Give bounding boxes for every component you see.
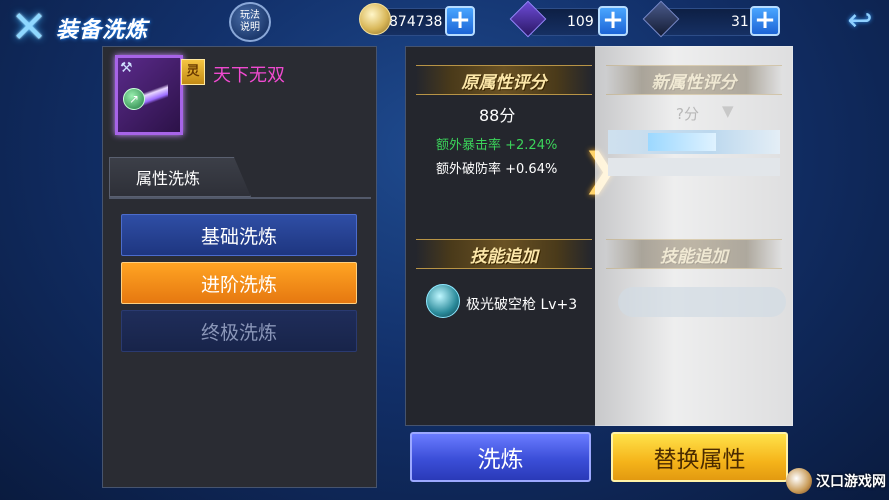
skill-name: 极光破空枪 Lv+3: [466, 297, 578, 313]
new-skill-header: 技能追加: [606, 239, 782, 269]
rank-badge: 灵: [181, 59, 205, 85]
equipment-name: 天下无双: [213, 65, 285, 86]
help-button[interactable]: 玩法 说明: [229, 2, 271, 42]
tab-attribute-refine[interactable]: 属性洗炼: [109, 157, 251, 197]
new-skill-placeholder: [618, 287, 786, 317]
new-score: ?分: [676, 105, 699, 123]
equipment-slot[interactable]: ⚒ ↗: [115, 55, 183, 135]
add-gems-button[interactable]: +: [598, 6, 628, 36]
page-title: 装备洗炼: [56, 18, 149, 43]
add-coins-button[interactable]: +: [445, 6, 475, 36]
axe-icon: ⚒: [120, 60, 133, 76]
advanced-refine-button[interactable]: 进阶洗炼: [121, 262, 357, 304]
arrow-down-icon: ▼: [722, 102, 734, 120]
ultimate-refine-button[interactable]: 终极洗炼: [121, 310, 357, 352]
new-bonus-highlight: [648, 133, 716, 151]
help-label-line1: 玩法: [240, 10, 260, 21]
equipment-panel: ⚒ ↗ 灵 天下无双 属性洗炼 基础洗炼 进阶洗炼 终极洗炼: [102, 46, 377, 488]
top-bar: ✕ 装备洗炼 玩法 说明 874738 + 109 + 31 + ↩: [0, 0, 889, 53]
watermark-logo-icon: [786, 468, 812, 494]
gem-value: 109: [567, 14, 594, 30]
bonus-break-rate: 额外破防率 +0.64%: [436, 162, 558, 177]
help-label-line2: 说明: [240, 22, 260, 33]
bonus-crit-rate: 额外暴击率 +2.24%: [436, 138, 558, 153]
replace-attributes-button[interactable]: 替换属性: [611, 432, 788, 482]
basic-refine-button[interactable]: 基础洗炼: [121, 214, 357, 256]
refine-button[interactable]: 洗炼: [410, 432, 591, 482]
tab-divider: [109, 197, 371, 199]
title-emblem-icon: ✕: [10, 1, 48, 53]
original-score: 88分: [479, 106, 516, 125]
watermark-text: 汉口游戏网: [816, 474, 886, 490]
watermark: 汉口游戏网: [786, 468, 886, 494]
new-bonus-placeholder-2: [608, 158, 780, 176]
coin-value: 874738: [389, 14, 443, 30]
skill-icon: [426, 284, 460, 318]
add-crystals-button[interactable]: +: [750, 6, 780, 36]
gem-socket-icon: ↗: [123, 88, 145, 110]
original-score-header: 原属性评分: [416, 65, 592, 95]
crystal-value: 31: [731, 14, 749, 30]
back-arrow-icon[interactable]: ↩: [842, 6, 878, 36]
original-skill-header: 技能追加: [416, 239, 592, 269]
new-score-header: 新属性评分: [606, 65, 782, 95]
screen-title-area: ✕ 装备洗炼: [0, 0, 200, 53]
coin-icon: [359, 3, 391, 35]
